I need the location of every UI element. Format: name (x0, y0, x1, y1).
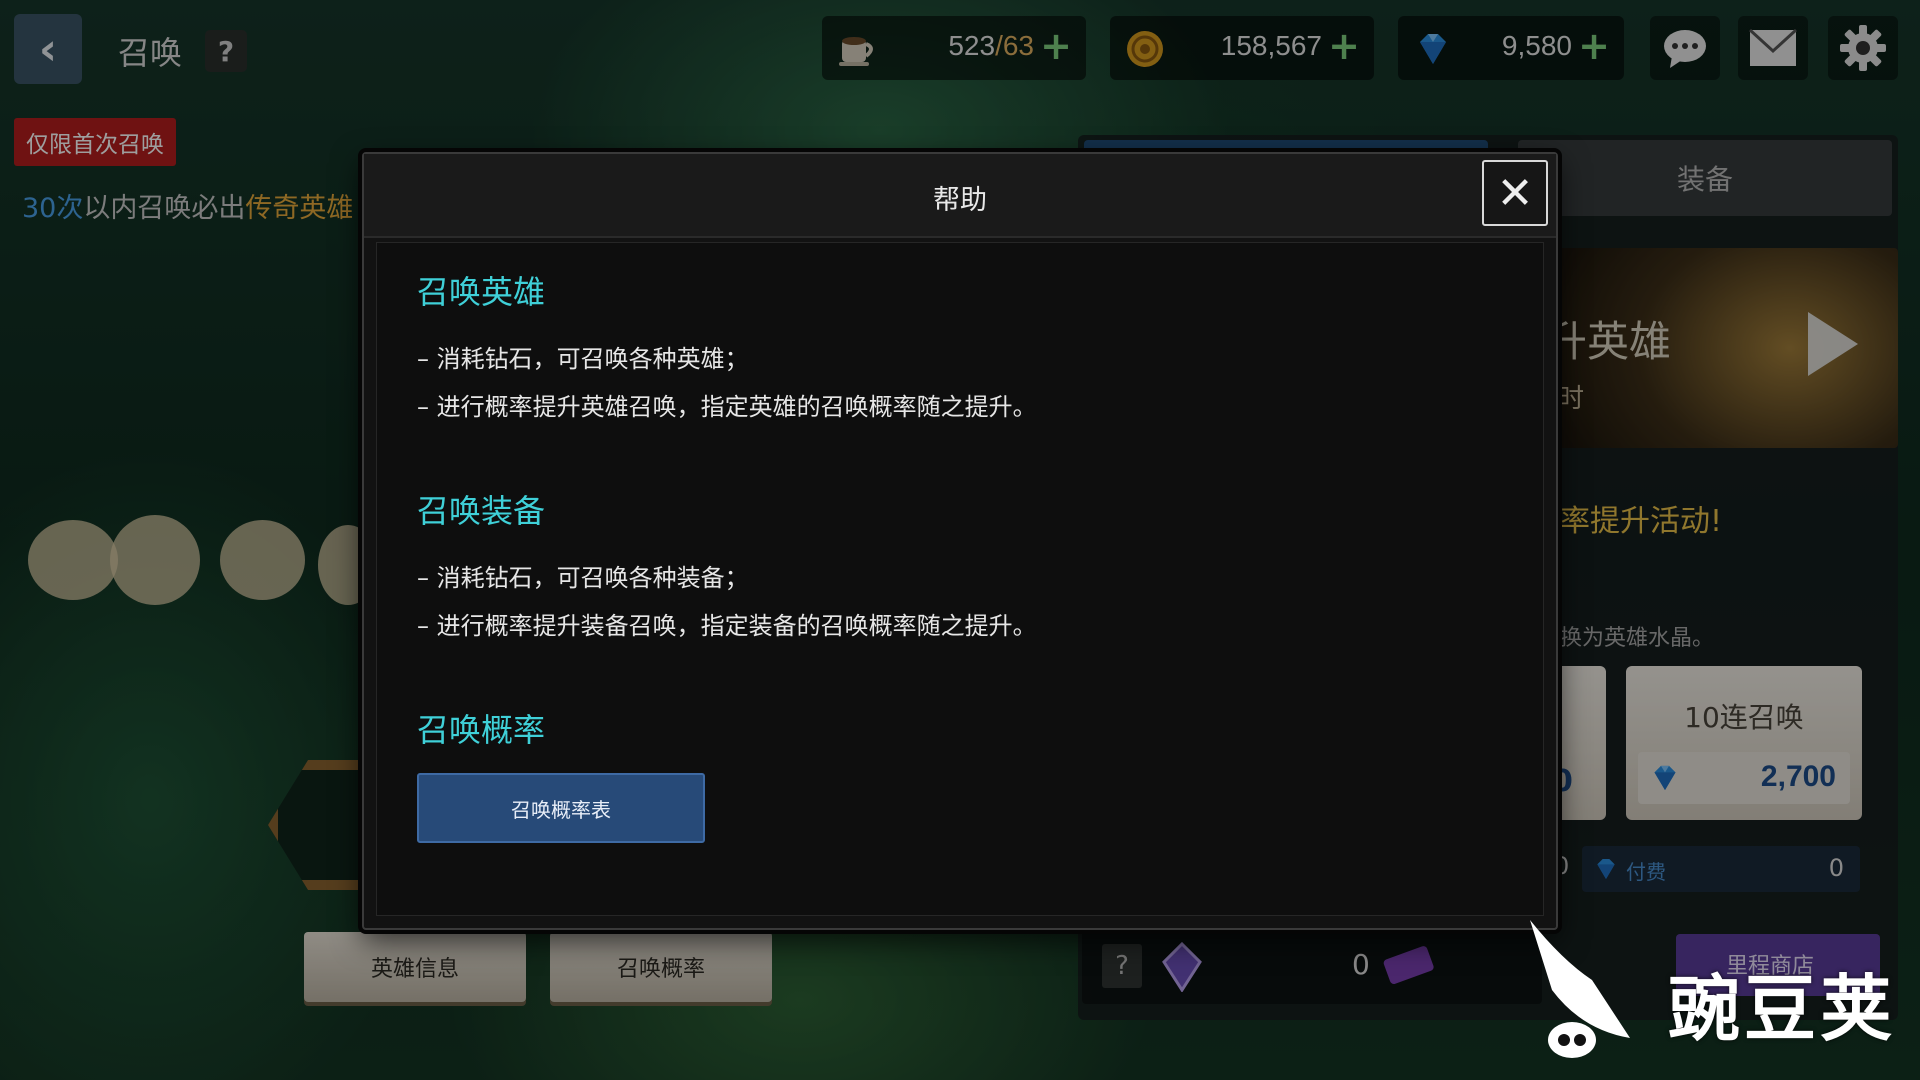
help-line: – 进行概率提升装备召唤，指定装备的召唤概率随之提升。 (417, 612, 1037, 640)
watermark-text: 豌豆荚 (1668, 967, 1897, 1051)
help-section-hero: 召唤英雄 – 消耗钻石，可召唤各种英雄； – 进行概率提升英雄召唤，指定英雄的召… (417, 267, 1037, 431)
help-line: – 消耗钻石，可召唤各种装备； (417, 564, 749, 592)
help-dialog: 帮助 ✕ 召唤英雄 – 消耗钻石，可召唤各种英雄； – 进行概率提升英雄召唤，指… (362, 152, 1558, 930)
help-section-equipment: 召唤装备 – 消耗钻石，可召唤各种装备； – 进行概率提升装备召唤，指定装备的召… (417, 486, 1037, 650)
close-icon: ✕ (1496, 167, 1534, 219)
section-title: 召唤装备 (417, 492, 546, 530)
dialog-title: 帮助 (933, 185, 987, 216)
help-line: – 消耗钻石，可召唤各种英雄； (417, 345, 749, 373)
rate-table-button[interactable]: 召唤概率表 (417, 773, 705, 843)
help-line: – 进行概率提升英雄召唤，指定英雄的召唤概率随之提升。 (417, 393, 1037, 421)
section-title: 召唤英雄 (417, 273, 546, 311)
section-title: 召唤概率 (417, 711, 546, 749)
close-button[interactable]: ✕ (1482, 160, 1548, 226)
dialog-body: 召唤英雄 – 消耗钻石，可召唤各种英雄； – 进行概率提升英雄召唤，指定英雄的召… (376, 242, 1544, 916)
dialog-header: 帮助 ✕ (364, 154, 1556, 238)
help-section-rate: 召唤概率 (417, 705, 545, 773)
wandoujia-logo-icon (1530, 920, 1630, 1058)
